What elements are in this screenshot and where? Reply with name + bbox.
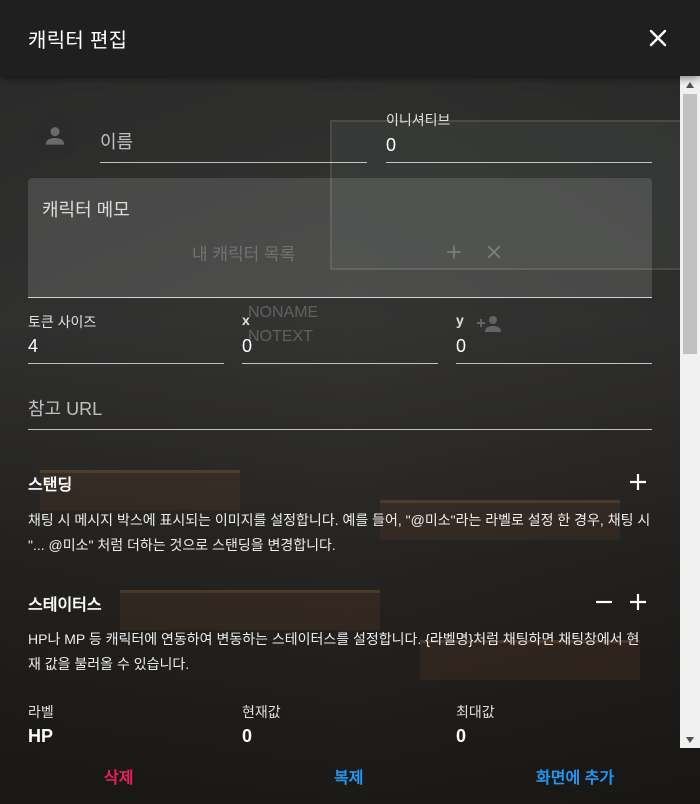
close-icon[interactable] <box>646 26 670 50</box>
minus-icon[interactable] <box>592 590 616 614</box>
dialog-header: 캐릭터 편집 <box>0 0 700 76</box>
scroll-down-arrow[interactable] <box>680 731 700 748</box>
token-size-label: 토큰 사이즈 <box>28 314 97 330</box>
dialog-title: 캐릭터 편집 <box>28 29 128 52</box>
avatar[interactable] <box>32 113 78 159</box>
standing-description: 채팅 시 메시지 박스에 표시되는 이미지를 설정합니다. 예를 들어, "@미… <box>28 512 651 553</box>
status-description: HP나 MP 등 캐릭터에 연동하여 변동하는 스테이터스를 설정합니다. {라… <box>28 631 640 672</box>
name-placeholder: 이름 <box>100 132 134 152</box>
delete-button[interactable]: 삭제 <box>104 764 133 788</box>
status-title: 스테이터스 <box>28 597 102 614</box>
plus-icon[interactable] <box>626 470 650 494</box>
standing-title: 스탠딩 <box>28 477 73 494</box>
triangle-up-icon <box>686 81 694 88</box>
status-row-max[interactable]: 0 <box>456 726 466 747</box>
initiative-field[interactable]: 이니셔티브 0 <box>386 110 652 163</box>
reference-url-field[interactable]: 참고 URL <box>28 386 652 430</box>
y-field[interactable]: y 0 <box>456 312 652 364</box>
status-row-current[interactable]: 0 <box>242 726 252 747</box>
initiative-value: 0 <box>386 135 397 155</box>
status-max-header: 최대값 <box>456 704 495 720</box>
dialog-footer: 삭제 복제 화면에 추가 <box>0 748 700 804</box>
ghost-plus-icon <box>447 245 461 259</box>
reference-url-placeholder: 참고 URL <box>28 399 103 419</box>
status-current-header: 현재값 <box>242 704 281 720</box>
scrollbar-thumb[interactable] <box>683 94 697 354</box>
scroll-up-arrow[interactable] <box>680 76 700 93</box>
plus-icon[interactable] <box>626 590 650 614</box>
name-field[interactable]: 이름 <box>100 116 367 163</box>
status-label-header: 라벨 <box>28 704 54 720</box>
status-row-label[interactable]: HP <box>28 726 53 747</box>
initiative-label: 이니셔티브 <box>386 112 451 128</box>
x-label: x <box>242 312 250 328</box>
x-field[interactable]: x 0 <box>242 312 438 364</box>
memo-placeholder: 캐릭터 메모 <box>42 200 130 220</box>
scrollbar[interactable] <box>680 76 700 748</box>
token-size-field[interactable]: 토큰 사이즈 4 <box>28 312 224 364</box>
token-size-value: 4 <box>28 336 39 356</box>
duplicate-button[interactable]: 복제 <box>334 764 363 788</box>
x-value: 0 <box>242 336 253 356</box>
dialog-content: 이름 이니셔티브 0 캐릭터 메모 내 캐릭터 목록 NONAME NOTEXT… <box>0 76 680 748</box>
add-to-screen-button[interactable]: 화면에 추가 <box>536 764 614 788</box>
y-value: 0 <box>456 336 467 356</box>
character-memo-field[interactable]: 캐릭터 메모 내 캐릭터 목록 <box>28 178 652 298</box>
person-icon <box>45 127 65 145</box>
y-label: y <box>456 312 464 328</box>
triangle-down-icon <box>686 736 694 743</box>
ghost-close-icon <box>487 245 501 259</box>
ghost-character-list-title: 내 캐릭터 목록 <box>192 245 296 264</box>
